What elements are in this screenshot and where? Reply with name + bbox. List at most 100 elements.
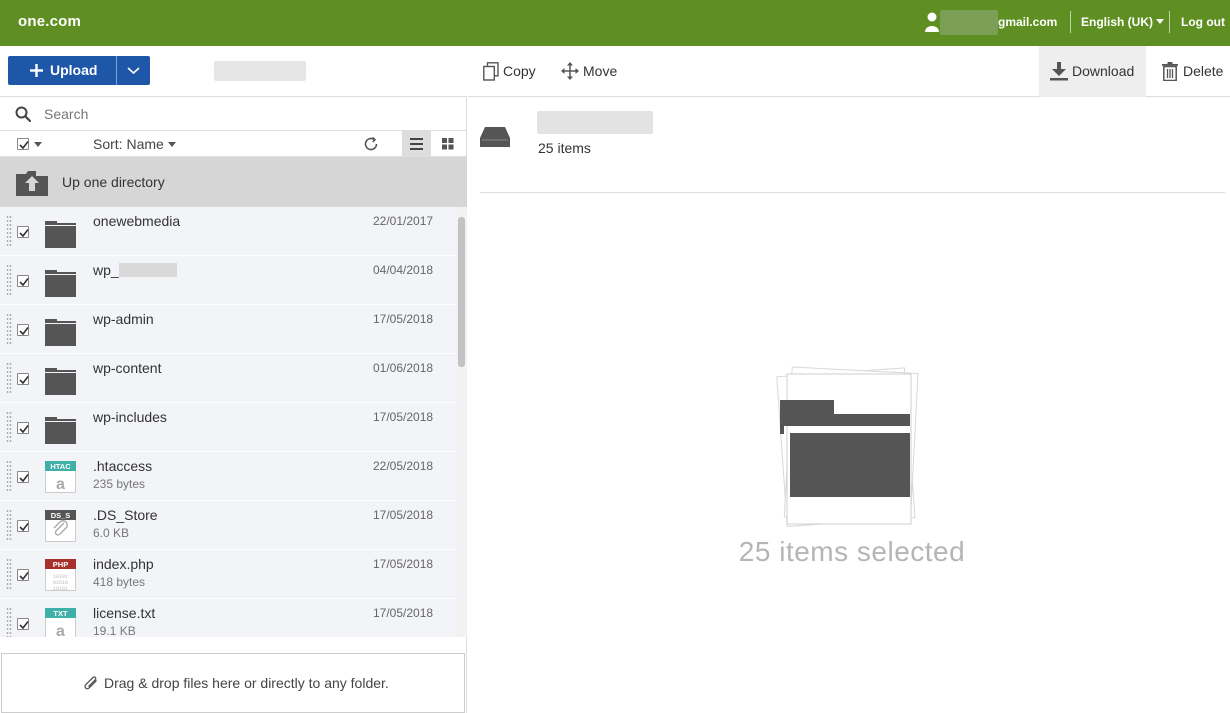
- file-name[interactable]: onewebmedia: [93, 213, 180, 229]
- drag-handle-icon[interactable]: [6, 314, 12, 344]
- move-icon: [561, 62, 579, 80]
- download-button[interactable]: Download: [1039, 46, 1146, 97]
- drag-handle-icon[interactable]: [6, 216, 12, 246]
- folder-icon: [45, 319, 76, 346]
- sort-dropdown[interactable]: Sort: Name: [93, 136, 176, 152]
- file-name[interactable]: wp-admin: [93, 311, 154, 327]
- file-name[interactable]: .DS_Store: [93, 507, 158, 523]
- file-date: 22/05/2018: [373, 459, 434, 473]
- delete-label: Delete: [1183, 63, 1224, 79]
- file-icon: PHP101010101010101: [45, 559, 76, 591]
- file-row[interactable]: TXT a license.txt 19.1 KB 17/05/2018: [0, 599, 456, 637]
- upload-label: Upload: [50, 62, 98, 78]
- selection-options-dropdown[interactable]: [34, 142, 42, 147]
- header-separator: [1169, 11, 1170, 33]
- row-checkbox[interactable]: [17, 275, 29, 287]
- file-date: 17/05/2018: [373, 557, 434, 571]
- file-name[interactable]: license.txt: [93, 605, 155, 621]
- user-icon: [925, 12, 939, 32]
- row-checkbox[interactable]: [17, 520, 29, 532]
- language-label: English (UK): [1081, 15, 1153, 29]
- refresh-icon[interactable]: [363, 136, 379, 152]
- file-name[interactable]: index.php: [93, 556, 154, 572]
- svg-text:DS_S: DS_S: [51, 511, 71, 520]
- copy-button[interactable]: Copy: [468, 46, 546, 97]
- plus-icon: [30, 64, 43, 77]
- user-name-redacted: [940, 10, 998, 35]
- grid-view-button[interactable]: [433, 131, 462, 157]
- file-row[interactable]: wp-admin 17/05/2018: [0, 305, 456, 354]
- chevron-down-icon: [1156, 19, 1164, 24]
- logo[interactable]: one.com: [18, 13, 81, 30]
- download-label: Download: [1072, 63, 1135, 79]
- drag-handle-icon[interactable]: [6, 510, 12, 540]
- file-date: 17/05/2018: [373, 410, 434, 424]
- chevron-down-icon: [127, 67, 140, 75]
- svg-text:HTAC: HTAC: [50, 462, 71, 471]
- user-email[interactable]: gmail.com: [998, 15, 1057, 29]
- file-icon: TXT a: [45, 608, 76, 637]
- language-selector[interactable]: English (UK): [1081, 15, 1164, 29]
- search-input[interactable]: [44, 103, 444, 125]
- drop-zone[interactable]: Drag & drop files here or directly to an…: [1, 653, 465, 713]
- file-name[interactable]: wp_: [93, 262, 177, 278]
- drag-handle-icon[interactable]: [6, 412, 12, 442]
- upload-options-dropdown[interactable]: [117, 56, 150, 85]
- drag-handle-icon[interactable]: [6, 265, 12, 295]
- file-size: 19.1 KB: [93, 624, 136, 637]
- drag-handle-icon[interactable]: [6, 363, 12, 393]
- header-separator: [1070, 11, 1071, 33]
- file-icon: HTAC a: [45, 461, 76, 493]
- file-row[interactable]: wp_ 04/04/2018: [0, 256, 456, 305]
- file-date: 22/01/2017: [373, 214, 434, 228]
- file-row[interactable]: DS_S .DS_Store 6.0 KB 17/05/2018: [0, 501, 456, 550]
- row-checkbox[interactable]: [17, 569, 29, 581]
- file-row[interactable]: onewebmedia 22/01/2017: [0, 207, 456, 256]
- file-row[interactable]: wp-includes 17/05/2018: [0, 403, 456, 452]
- drag-handle-icon[interactable]: [6, 608, 12, 637]
- row-checkbox[interactable]: [17, 324, 29, 336]
- file-list: onewebmedia 22/01/2017 wp_ 04/04/2018 wp-adm…: [0, 207, 456, 637]
- file-date: 01/06/2018: [373, 361, 434, 375]
- scrollbar-thumb[interactable]: [458, 217, 465, 367]
- logout-link[interactable]: Log out: [1181, 15, 1225, 29]
- upload-button-group: Upload: [8, 56, 150, 85]
- row-checkbox[interactable]: [17, 471, 29, 483]
- select-all-checkbox[interactable]: [17, 138, 29, 150]
- file-size: 6.0 KB: [93, 526, 130, 540]
- row-checkbox[interactable]: [17, 618, 29, 630]
- svg-text:a: a: [56, 476, 65, 493]
- file-date: 17/05/2018: [373, 508, 434, 522]
- file-name[interactable]: .htaccess: [93, 458, 152, 474]
- download-icon: [1050, 62, 1068, 81]
- file-list-scrollbar[interactable]: [456, 207, 467, 637]
- drag-handle-icon[interactable]: [6, 559, 12, 589]
- row-checkbox[interactable]: [17, 373, 29, 385]
- drop-zone-text: Drag & drop files here or directly to an…: [104, 675, 389, 691]
- file-date: 17/05/2018: [373, 312, 434, 326]
- file-row[interactable]: PHP 10101 01010 10101 index.php 418 bytes 17/0…: [0, 550, 456, 599]
- drag-handle-icon[interactable]: [6, 461, 12, 491]
- list-view-icon: [410, 138, 423, 150]
- name-redacted: [118, 263, 177, 277]
- file-row[interactable]: HTAC a .htaccess 235 bytes 22/05/2018: [0, 452, 456, 501]
- grid-view-icon: [442, 138, 454, 150]
- row-checkbox[interactable]: [17, 422, 29, 434]
- folder-name-redacted: [537, 111, 653, 134]
- action-toolbar: Copy Move Download Delete: [468, 46, 1230, 97]
- list-view-button[interactable]: [402, 131, 431, 157]
- file-row[interactable]: wp-content 01/06/2018: [0, 354, 456, 403]
- search-bar: [0, 97, 467, 131]
- selection-summary: 25 items: [480, 97, 1225, 193]
- row-checkbox[interactable]: [17, 226, 29, 238]
- file-name[interactable]: wp-content: [93, 360, 161, 376]
- copy-label: Copy: [503, 63, 536, 79]
- file-name[interactable]: wp-includes: [93, 409, 167, 425]
- list-toolbar: Sort: Name: [0, 131, 467, 157]
- svg-text:a: a: [56, 623, 65, 637]
- up-one-directory[interactable]: Up one directory: [0, 157, 467, 207]
- move-button[interactable]: Move: [548, 46, 628, 97]
- upload-button[interactable]: Upload: [8, 56, 116, 85]
- file-browser-panel: Upload Sort: Name: [0, 46, 467, 713]
- delete-button[interactable]: Delete: [1146, 46, 1230, 97]
